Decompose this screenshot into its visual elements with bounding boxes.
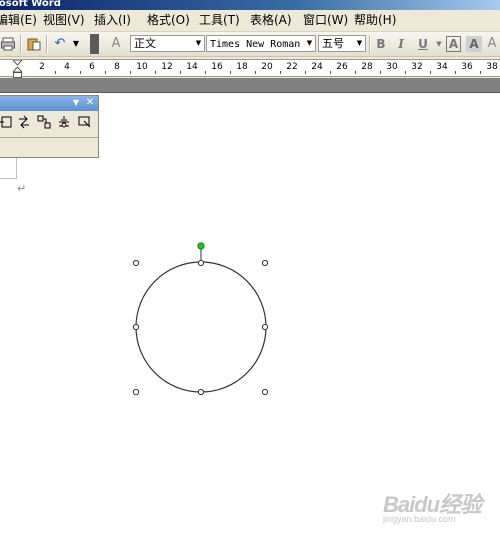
ruler-label: 24 xyxy=(311,62,323,72)
ruler-label: 16 xyxy=(211,62,223,72)
expand-icon[interactable] xyxy=(16,115,32,131)
wrap-text-icon[interactable] xyxy=(56,115,72,131)
window-title: rosoft Word xyxy=(0,0,61,9)
menu-insert[interactable]: 插入(I) xyxy=(94,13,131,28)
print-icon[interactable] xyxy=(0,36,16,52)
menu-bar: 编辑(E) 视图(V) 插入(I) 格式(O) 工具(T) 表格(A) 窗口(W… xyxy=(0,10,500,32)
ruler-label: 12 xyxy=(161,62,173,72)
ruler-label: 28 xyxy=(361,62,373,72)
ruler-label: 36 xyxy=(461,62,473,72)
rotation-handle[interactable] xyxy=(197,242,205,250)
panel-title-bar[interactable]: ▼ ✕ xyxy=(0,96,98,111)
close-icon[interactable]: ✕ xyxy=(84,97,96,109)
circle-shape[interactable] xyxy=(135,261,267,393)
menu-table[interactable]: 表格(A) xyxy=(250,13,292,28)
style-icon[interactable]: A xyxy=(108,36,124,52)
resize-handle-ne[interactable] xyxy=(261,259,269,267)
chevron-down-icon: ▼ xyxy=(195,39,202,47)
resize-handle-s[interactable] xyxy=(197,388,205,396)
font-value: Times New Roman xyxy=(210,39,301,50)
ruler-tick xyxy=(254,71,256,74)
ruler-tick xyxy=(479,71,481,74)
ruler-tick xyxy=(204,71,206,74)
ruler-tick xyxy=(129,71,131,74)
ruler-label: 18 xyxy=(236,62,248,72)
menu-view[interactable]: 视图(V) xyxy=(43,13,85,28)
paragraph-mark: ↵ xyxy=(17,182,27,195)
ruler-label: 4 xyxy=(64,62,70,72)
ruler-label: 34 xyxy=(436,62,448,72)
menu-edit[interactable]: 编辑(E) xyxy=(0,13,37,28)
ruler-label: 2 xyxy=(39,62,45,72)
undo-dropdown-icon[interactable]: ▼ xyxy=(68,36,84,52)
ruler-label: 30 xyxy=(386,62,398,72)
ruler-tick xyxy=(454,71,456,74)
scale-drawing-icon[interactable] xyxy=(36,115,52,131)
ruler-label: 26 xyxy=(336,62,348,72)
style-select[interactable]: 正文 ▼ xyxy=(130,35,205,52)
resize-handle-sw[interactable] xyxy=(132,388,140,396)
ruler-tick xyxy=(279,71,281,74)
ruler-tick xyxy=(179,71,181,74)
drawing-canvas-toolbar: ▼ ✕ xyxy=(0,95,99,158)
char-shading-button[interactable]: A xyxy=(466,36,482,52)
resize-handle-n[interactable] xyxy=(197,259,205,267)
ruler-label: 14 xyxy=(186,62,198,72)
font-size-value: 五号 xyxy=(322,37,344,50)
title-bar: rosoft Word xyxy=(0,0,500,10)
ruler-label: 22 xyxy=(286,62,298,72)
page-corner-marker xyxy=(0,158,17,179)
ruler-tick xyxy=(354,71,356,74)
ruler-tick xyxy=(329,71,331,74)
resize-handle-w[interactable] xyxy=(132,323,140,331)
italic-button[interactable]: I xyxy=(393,36,409,52)
underline-dropdown-icon[interactable]: ▼ xyxy=(431,36,447,52)
resize-handle-e[interactable] xyxy=(261,323,269,331)
toolbar-grip[interactable] xyxy=(90,34,99,54)
ruler-label: 20 xyxy=(261,62,273,72)
horizontal-ruler-area: 2 4 6 8 10 12 14 16 18 20 22 24 26 28 30 32 34 36 38 xyxy=(0,57,500,78)
panel-menu-icon[interactable]: ▼ xyxy=(70,97,82,109)
fit-icon[interactable] xyxy=(0,115,14,131)
chevron-down-icon: ▼ xyxy=(306,39,313,47)
ruler-tick xyxy=(304,71,306,74)
ruler-tick xyxy=(404,71,406,74)
menu-window[interactable]: 窗口(W) xyxy=(303,13,348,28)
font-select[interactable]: Times New Roman ▼ xyxy=(206,35,316,52)
ruler-shadow-bar xyxy=(0,78,500,93)
paste-icon[interactable] xyxy=(26,36,42,52)
ruler-label: 10 xyxy=(136,62,148,72)
ruler-tick xyxy=(429,71,431,74)
ruler-tick xyxy=(379,71,381,74)
font-size-select[interactable]: 五号 ▼ xyxy=(318,35,366,52)
formatting-toolbar: ↶ ▼ A 正文 ▼ Times New Roman ▼ 五号 ▼ B I U … xyxy=(0,32,500,57)
chevron-down-icon: ▼ xyxy=(356,39,363,47)
char-border-button[interactable]: A xyxy=(446,36,461,52)
menu-tools[interactable]: 工具(T) xyxy=(199,13,240,28)
ruler-label: 6 xyxy=(89,62,95,72)
ruler-tick xyxy=(54,71,56,74)
ruler-tick xyxy=(79,71,81,74)
indent-marker-icon[interactable] xyxy=(13,60,22,78)
ruler-tick xyxy=(229,71,231,74)
bold-button[interactable]: B xyxy=(373,36,389,52)
ruler-label: 38 xyxy=(486,62,498,72)
ruler-label: 8 xyxy=(114,62,120,72)
watermark-url: jingyan.baidu.com xyxy=(383,514,456,524)
underline-button[interactable]: U xyxy=(415,36,431,52)
resize-handle-nw[interactable] xyxy=(132,259,140,267)
ruler-tick xyxy=(104,71,106,74)
ruler-label: 32 xyxy=(411,62,423,72)
menu-help[interactable]: 帮助(H) xyxy=(354,13,396,28)
watermark: Baidu经验 jingyan.baidu.com xyxy=(383,487,493,531)
ruler-tick xyxy=(154,71,156,74)
text-scale-icon[interactable]: A xyxy=(484,36,500,52)
panel-divider xyxy=(0,137,98,138)
resize-handle-se[interactable] xyxy=(261,388,269,396)
menu-format[interactable]: 格式(O) xyxy=(147,13,190,28)
undo-icon[interactable]: ↶ xyxy=(52,36,68,52)
canvas-format-icon[interactable] xyxy=(77,115,93,131)
style-value: 正文 xyxy=(134,37,156,50)
horizontal-ruler[interactable]: 2 4 6 8 10 12 14 16 18 20 22 24 26 28 30 32 34 36 38 xyxy=(0,59,500,78)
